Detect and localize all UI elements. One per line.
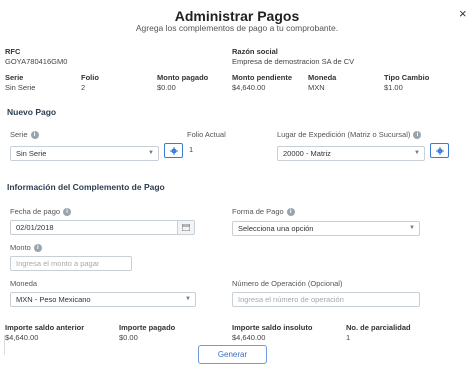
parcialidad-label: No. de parcialidad — [346, 323, 411, 332]
folio-actual-value: 1 — [189, 145, 194, 154]
gear-icon — [436, 147, 444, 155]
forma-pago-label: Forma de Pago i — [232, 207, 295, 217]
lugar-expedicion-label-text: Lugar de Expedición (Matriz o Sucursal) — [277, 130, 411, 139]
monto-pagado-value: $0.00 — [157, 83, 176, 92]
complemento-title: Información del Complemento de Pago — [7, 182, 165, 192]
num-operacion-input[interactable]: Ingresa el número de operación — [232, 292, 420, 307]
gear-icon — [170, 147, 178, 155]
tipo-cambio-label: Tipo Cambio — [384, 73, 430, 82]
calendar-icon[interactable] — [177, 221, 194, 234]
chevron-down-icon: ▼ — [185, 296, 191, 302]
serie-select-value: Sin Serie — [16, 149, 47, 158]
generar-button[interactable]: Generar — [198, 345, 267, 364]
forma-pago-select[interactable]: Selecciona una opción ▼ — [232, 221, 420, 236]
saldo-anterior-label: Importe saldo anterior — [5, 323, 85, 332]
lugar-expedicion-label: Lugar de Expedición (Matriz o Sucursal) i — [277, 130, 422, 140]
monto-pagado-label: Monto pagado — [157, 73, 209, 82]
nuevo-serie-label: Serie i — [10, 130, 39, 140]
moneda-value: MXN — [308, 83, 325, 92]
folio-value: 2 — [81, 83, 86, 92]
razon-social-label: Razón social — [232, 47, 278, 56]
monto-label: Monto i — [10, 243, 42, 253]
chevron-down-icon: ▼ — [148, 150, 154, 156]
saldo-insoluto-value: $4,640.00 — [232, 333, 266, 342]
tipo-cambio-value: $1.00 — [384, 83, 403, 92]
lugar-expedicion-select-value: 20000 - Matriz — [283, 149, 331, 158]
lugar-expedicion-select[interactable]: 20000 - Matriz ▼ — [277, 146, 425, 161]
fecha-pago-label: Fecha de pago i — [10, 207, 72, 217]
info-icon: i — [413, 131, 422, 140]
saldo-anterior-value: $4,640.00 — [5, 333, 39, 342]
moneda-select-label: Moneda — [10, 279, 38, 288]
importe-pagado-value: $0.00 — [119, 333, 138, 342]
saldo-insoluto-label: Importe saldo insoluto — [232, 323, 313, 332]
nuevo-serie-label-text: Serie — [10, 130, 28, 139]
forma-pago-label-text: Forma de Pago — [232, 207, 284, 216]
info-icon: i — [63, 208, 72, 217]
folio-label: Folio — [81, 73, 99, 82]
modal-subtitle: Agrega los complementos de pago a tu com… — [135, 23, 339, 33]
calendar-glyph — [182, 224, 190, 231]
fecha-pago-label-text: Fecha de pago — [10, 207, 61, 216]
fecha-pago-input[interactable]: 02/01/2018 — [10, 220, 195, 235]
importe-pagado-label: Importe pagado — [119, 323, 176, 332]
fecha-pago-value: 02/01/2018 — [16, 223, 54, 232]
razon-social-value: Empresa de demostracion SA de CV — [232, 57, 355, 66]
nuevo-pago-title: Nuevo Pago — [7, 107, 57, 117]
info-icon: i — [33, 244, 42, 253]
chevron-down-icon: ▼ — [414, 150, 420, 156]
forma-pago-select-value: Selecciona una opción — [238, 224, 314, 233]
serie-select[interactable]: Sin Serie ▼ — [10, 146, 159, 161]
moneda-label: Moneda — [308, 73, 337, 82]
num-operacion-label: Número de Operación (Opcional) — [232, 279, 343, 288]
monto-input[interactable]: Ingresa el monto a pagar — [10, 256, 132, 271]
lugar-settings-button[interactable] — [430, 143, 449, 158]
folio-actual-label: Folio Actual — [187, 130, 226, 139]
monto-pendiente-value: $4,640.00 — [232, 83, 266, 92]
info-icon: i — [30, 131, 39, 140]
parcialidad-value: 1 — [346, 333, 351, 342]
rfc-label: RFC — [5, 47, 21, 56]
rfc-value: GOYA780416GM0 — [5, 57, 68, 66]
panel-edge — [0, 335, 5, 355]
modal-title: Administrar Pagos — [174, 8, 300, 24]
info-icon: i — [286, 208, 295, 217]
serie-label: Serie — [5, 73, 24, 82]
monto-pendiente-label: Monto pendiente — [232, 73, 292, 82]
serie-settings-button[interactable] — [164, 143, 183, 158]
serie-value: Sin Serie — [5, 83, 36, 92]
moneda-select-value: MXN - Peso Mexicano — [16, 295, 91, 304]
moneda-select[interactable]: MXN - Peso Mexicano ▼ — [10, 292, 196, 307]
chevron-down-icon: ▼ — [409, 225, 415, 231]
monto-label-text: Monto — [10, 243, 31, 252]
